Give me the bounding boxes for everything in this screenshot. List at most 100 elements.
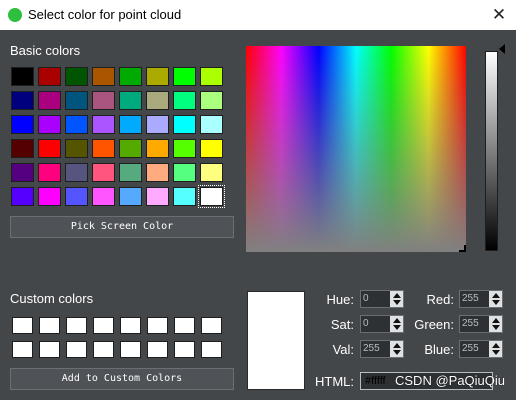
basic-color-swatch[interactable]	[119, 67, 142, 86]
hue-spin-buttons[interactable]	[390, 291, 403, 307]
basic-color-swatch[interactable]	[92, 91, 115, 110]
spin-down-icon[interactable]	[393, 325, 401, 330]
custom-color-swatch[interactable]	[147, 341, 168, 358]
basic-color-swatch[interactable]	[173, 187, 196, 206]
hue-label: Hue:	[326, 292, 354, 307]
custom-color-swatch[interactable]	[174, 317, 195, 334]
basic-color-swatch[interactable]	[65, 67, 88, 86]
basic-color-swatch[interactable]	[92, 67, 115, 86]
hue-spinbox[interactable]: 0	[360, 290, 404, 308]
basic-color-swatch[interactable]	[200, 139, 223, 158]
basic-color-swatch[interactable]	[173, 139, 196, 158]
basic-color-swatch[interactable]	[38, 91, 61, 110]
spin-up-icon[interactable]	[393, 293, 401, 298]
basic-color-swatch[interactable]	[200, 67, 223, 86]
basic-color-swatch[interactable]	[146, 139, 169, 158]
basic-color-swatch[interactable]	[38, 163, 61, 182]
basic-color-swatch[interactable]	[173, 67, 196, 86]
basic-color-swatch[interactable]	[119, 115, 142, 134]
red-spinbox[interactable]: 255	[459, 290, 503, 308]
custom-color-swatch[interactable]	[147, 317, 168, 334]
basic-color-swatch[interactable]	[11, 139, 34, 158]
custom-color-swatch[interactable]	[12, 341, 33, 358]
basic-color-swatch[interactable]	[92, 115, 115, 134]
basic-color-swatch[interactable]	[11, 187, 34, 206]
basic-color-swatch[interactable]	[200, 115, 223, 134]
basic-color-swatch[interactable]	[200, 163, 223, 182]
val-spinbox[interactable]: 255	[360, 340, 404, 358]
val-spin-buttons[interactable]	[390, 341, 403, 357]
color-spectrum[interactable]	[246, 46, 466, 252]
custom-color-swatch[interactable]	[201, 317, 222, 334]
basic-color-swatch[interactable]	[11, 163, 34, 182]
basic-color-swatch[interactable]	[119, 91, 142, 110]
basic-color-swatch[interactable]	[146, 187, 169, 206]
pick-screen-color-button[interactable]: Pick Screen Color	[10, 216, 234, 238]
basic-color-swatch[interactable]	[173, 163, 196, 182]
spin-up-icon[interactable]	[492, 318, 500, 323]
custom-color-swatch[interactable]	[93, 341, 114, 358]
basic-color-swatch[interactable]	[173, 115, 196, 134]
custom-color-swatch[interactable]	[174, 341, 195, 358]
basic-color-swatch[interactable]	[146, 91, 169, 110]
basic-color-swatch[interactable]	[146, 163, 169, 182]
red-label: Red:	[426, 292, 454, 307]
basic-color-swatch[interactable]	[65, 187, 88, 206]
basic-color-swatch[interactable]	[11, 91, 34, 110]
spin-up-icon[interactable]	[393, 318, 401, 323]
custom-color-swatch[interactable]	[66, 317, 87, 334]
basic-color-swatch[interactable]	[146, 115, 169, 134]
custom-color-swatch[interactable]	[39, 317, 60, 334]
green-spinbox[interactable]: 255	[459, 315, 503, 333]
basic-color-swatch[interactable]	[200, 91, 223, 110]
blue-spinbox[interactable]: 255	[459, 340, 503, 358]
custom-color-swatch[interactable]	[201, 341, 222, 358]
basic-color-swatch[interactable]	[38, 67, 61, 86]
basic-color-swatch[interactable]	[119, 163, 142, 182]
custom-color-swatch[interactable]	[12, 317, 33, 334]
basic-color-swatch[interactable]	[65, 139, 88, 158]
custom-colors-label: Custom colors	[10, 291, 94, 306]
basic-color-swatch[interactable]	[119, 187, 142, 206]
basic-color-swatch[interactable]	[146, 67, 169, 86]
add-to-custom-colors-button[interactable]: Add to Custom Colors	[10, 368, 234, 390]
spin-up-icon[interactable]	[393, 343, 401, 348]
basic-color-swatch[interactable]	[92, 187, 115, 206]
basic-color-swatch[interactable]	[11, 67, 34, 86]
basic-color-swatch[interactable]	[173, 91, 196, 110]
custom-color-swatch[interactable]	[120, 341, 141, 358]
luminance-arrow-icon[interactable]	[499, 44, 505, 54]
basic-color-swatch[interactable]	[65, 91, 88, 110]
basic-color-swatch[interactable]	[92, 139, 115, 158]
green-spin-buttons[interactable]	[489, 316, 502, 332]
basic-color-swatch[interactable]	[119, 139, 142, 158]
close-button[interactable]: ✕	[488, 4, 510, 26]
spin-down-icon[interactable]	[492, 350, 500, 355]
spin-down-icon[interactable]	[492, 325, 500, 330]
basic-color-swatch[interactable]	[198, 185, 225, 208]
custom-color-swatch[interactable]	[93, 317, 114, 334]
red-spin-buttons[interactable]	[489, 291, 502, 307]
sat-spin-buttons[interactable]	[390, 316, 403, 332]
window-title: Select color for point cloud	[28, 7, 182, 22]
custom-color-swatch[interactable]	[39, 341, 60, 358]
spin-down-icon[interactable]	[393, 300, 401, 305]
basic-color-swatch[interactable]	[65, 163, 88, 182]
basic-color-swatch[interactable]	[65, 115, 88, 134]
blue-spin-buttons[interactable]	[489, 341, 502, 357]
custom-color-swatch[interactable]	[66, 341, 87, 358]
spin-down-icon[interactable]	[492, 300, 500, 305]
hue-value: 0	[363, 293, 369, 304]
spin-up-icon[interactable]	[492, 293, 500, 298]
basic-color-swatch[interactable]	[11, 115, 34, 134]
spin-down-icon[interactable]	[393, 350, 401, 355]
sat-spinbox[interactable]: 0	[360, 315, 404, 333]
spin-up-icon[interactable]	[492, 343, 500, 348]
basic-color-swatch[interactable]	[38, 139, 61, 158]
basic-color-swatch[interactable]	[38, 115, 61, 134]
watermark: CSDN @PaQiuQiu	[395, 373, 506, 388]
basic-color-swatch[interactable]	[92, 163, 115, 182]
luminance-slider[interactable]	[485, 51, 498, 251]
custom-color-swatch[interactable]	[120, 317, 141, 334]
basic-color-swatch[interactable]	[38, 187, 61, 206]
